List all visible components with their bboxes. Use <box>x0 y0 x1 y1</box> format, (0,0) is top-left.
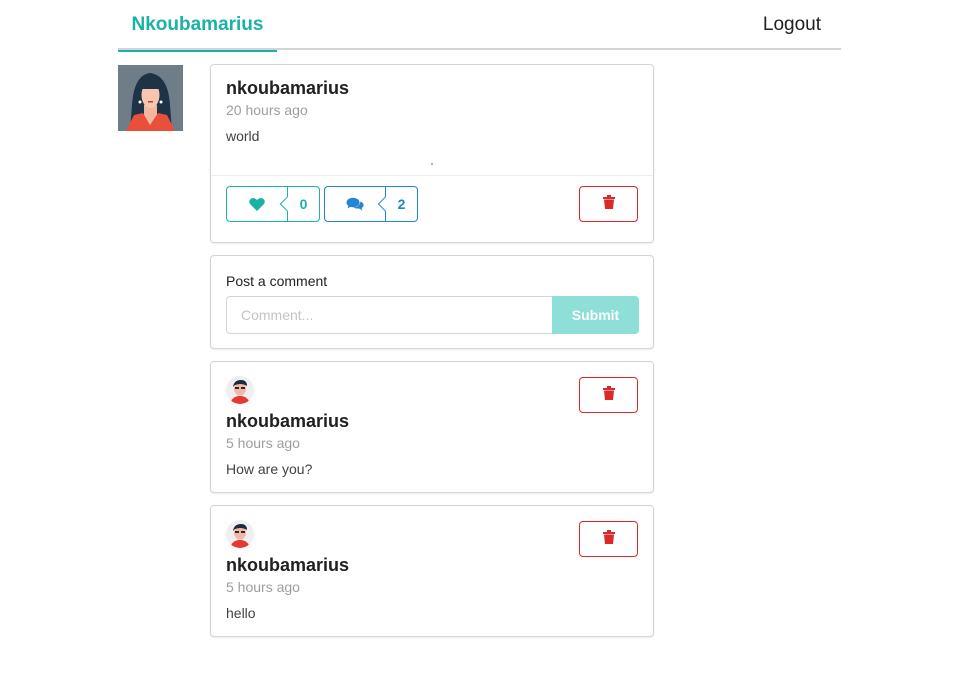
commenter-avatar <box>226 520 254 548</box>
post-body: world <box>226 128 260 144</box>
like-count: 0 <box>287 187 319 221</box>
comment-time: 5 hours ago <box>226 435 300 451</box>
comment-input[interactable] <box>226 296 554 334</box>
comment-body: hello <box>226 605 256 621</box>
post-divider <box>211 175 653 176</box>
comment-form-label: Post a comment <box>226 273 328 289</box>
comment-author[interactable]: nkoubamarius <box>226 411 349 432</box>
post-time: 20 hours ago <box>226 102 308 118</box>
post-author[interactable]: nkoubamarius <box>226 78 349 99</box>
post-author-avatar <box>118 65 183 131</box>
post-card: nkoubamarius 20 hours ago world 0 2 <box>210 64 654 243</box>
trash-icon <box>602 194 615 214</box>
delete-comment-button[interactable] <box>579 377 638 413</box>
comment-author[interactable]: nkoubamarius <box>226 555 349 576</box>
comment-button[interactable]: 2 <box>324 186 418 222</box>
comment-card: nkoubamarius 5 hours ago How are you? <box>210 361 654 493</box>
submit-button[interactable]: Submit <box>552 296 639 334</box>
commenter-avatar <box>226 376 254 404</box>
divider-dot <box>431 163 433 165</box>
comment-form: Post a comment Submit <box>210 255 654 349</box>
trash-icon <box>602 385 615 405</box>
top-menu: Nkoubamarius Logout <box>118 0 841 52</box>
comment-count: 2 <box>385 187 417 221</box>
comment-time: 5 hours ago <box>226 579 300 595</box>
comments-icon <box>325 187 385 221</box>
comment-body: How are you? <box>226 461 313 477</box>
menu-brand[interactable]: Nkoubamarius <box>118 0 277 52</box>
logout-button[interactable]: Logout <box>763 0 821 50</box>
like-button[interactable]: 0 <box>226 186 320 222</box>
delete-comment-button[interactable] <box>579 521 638 557</box>
comment-card: nkoubamarius 5 hours ago hello <box>210 505 654 637</box>
trash-icon <box>602 529 615 549</box>
heart-icon <box>227 187 287 221</box>
delete-post-button[interactable] <box>579 186 638 222</box>
